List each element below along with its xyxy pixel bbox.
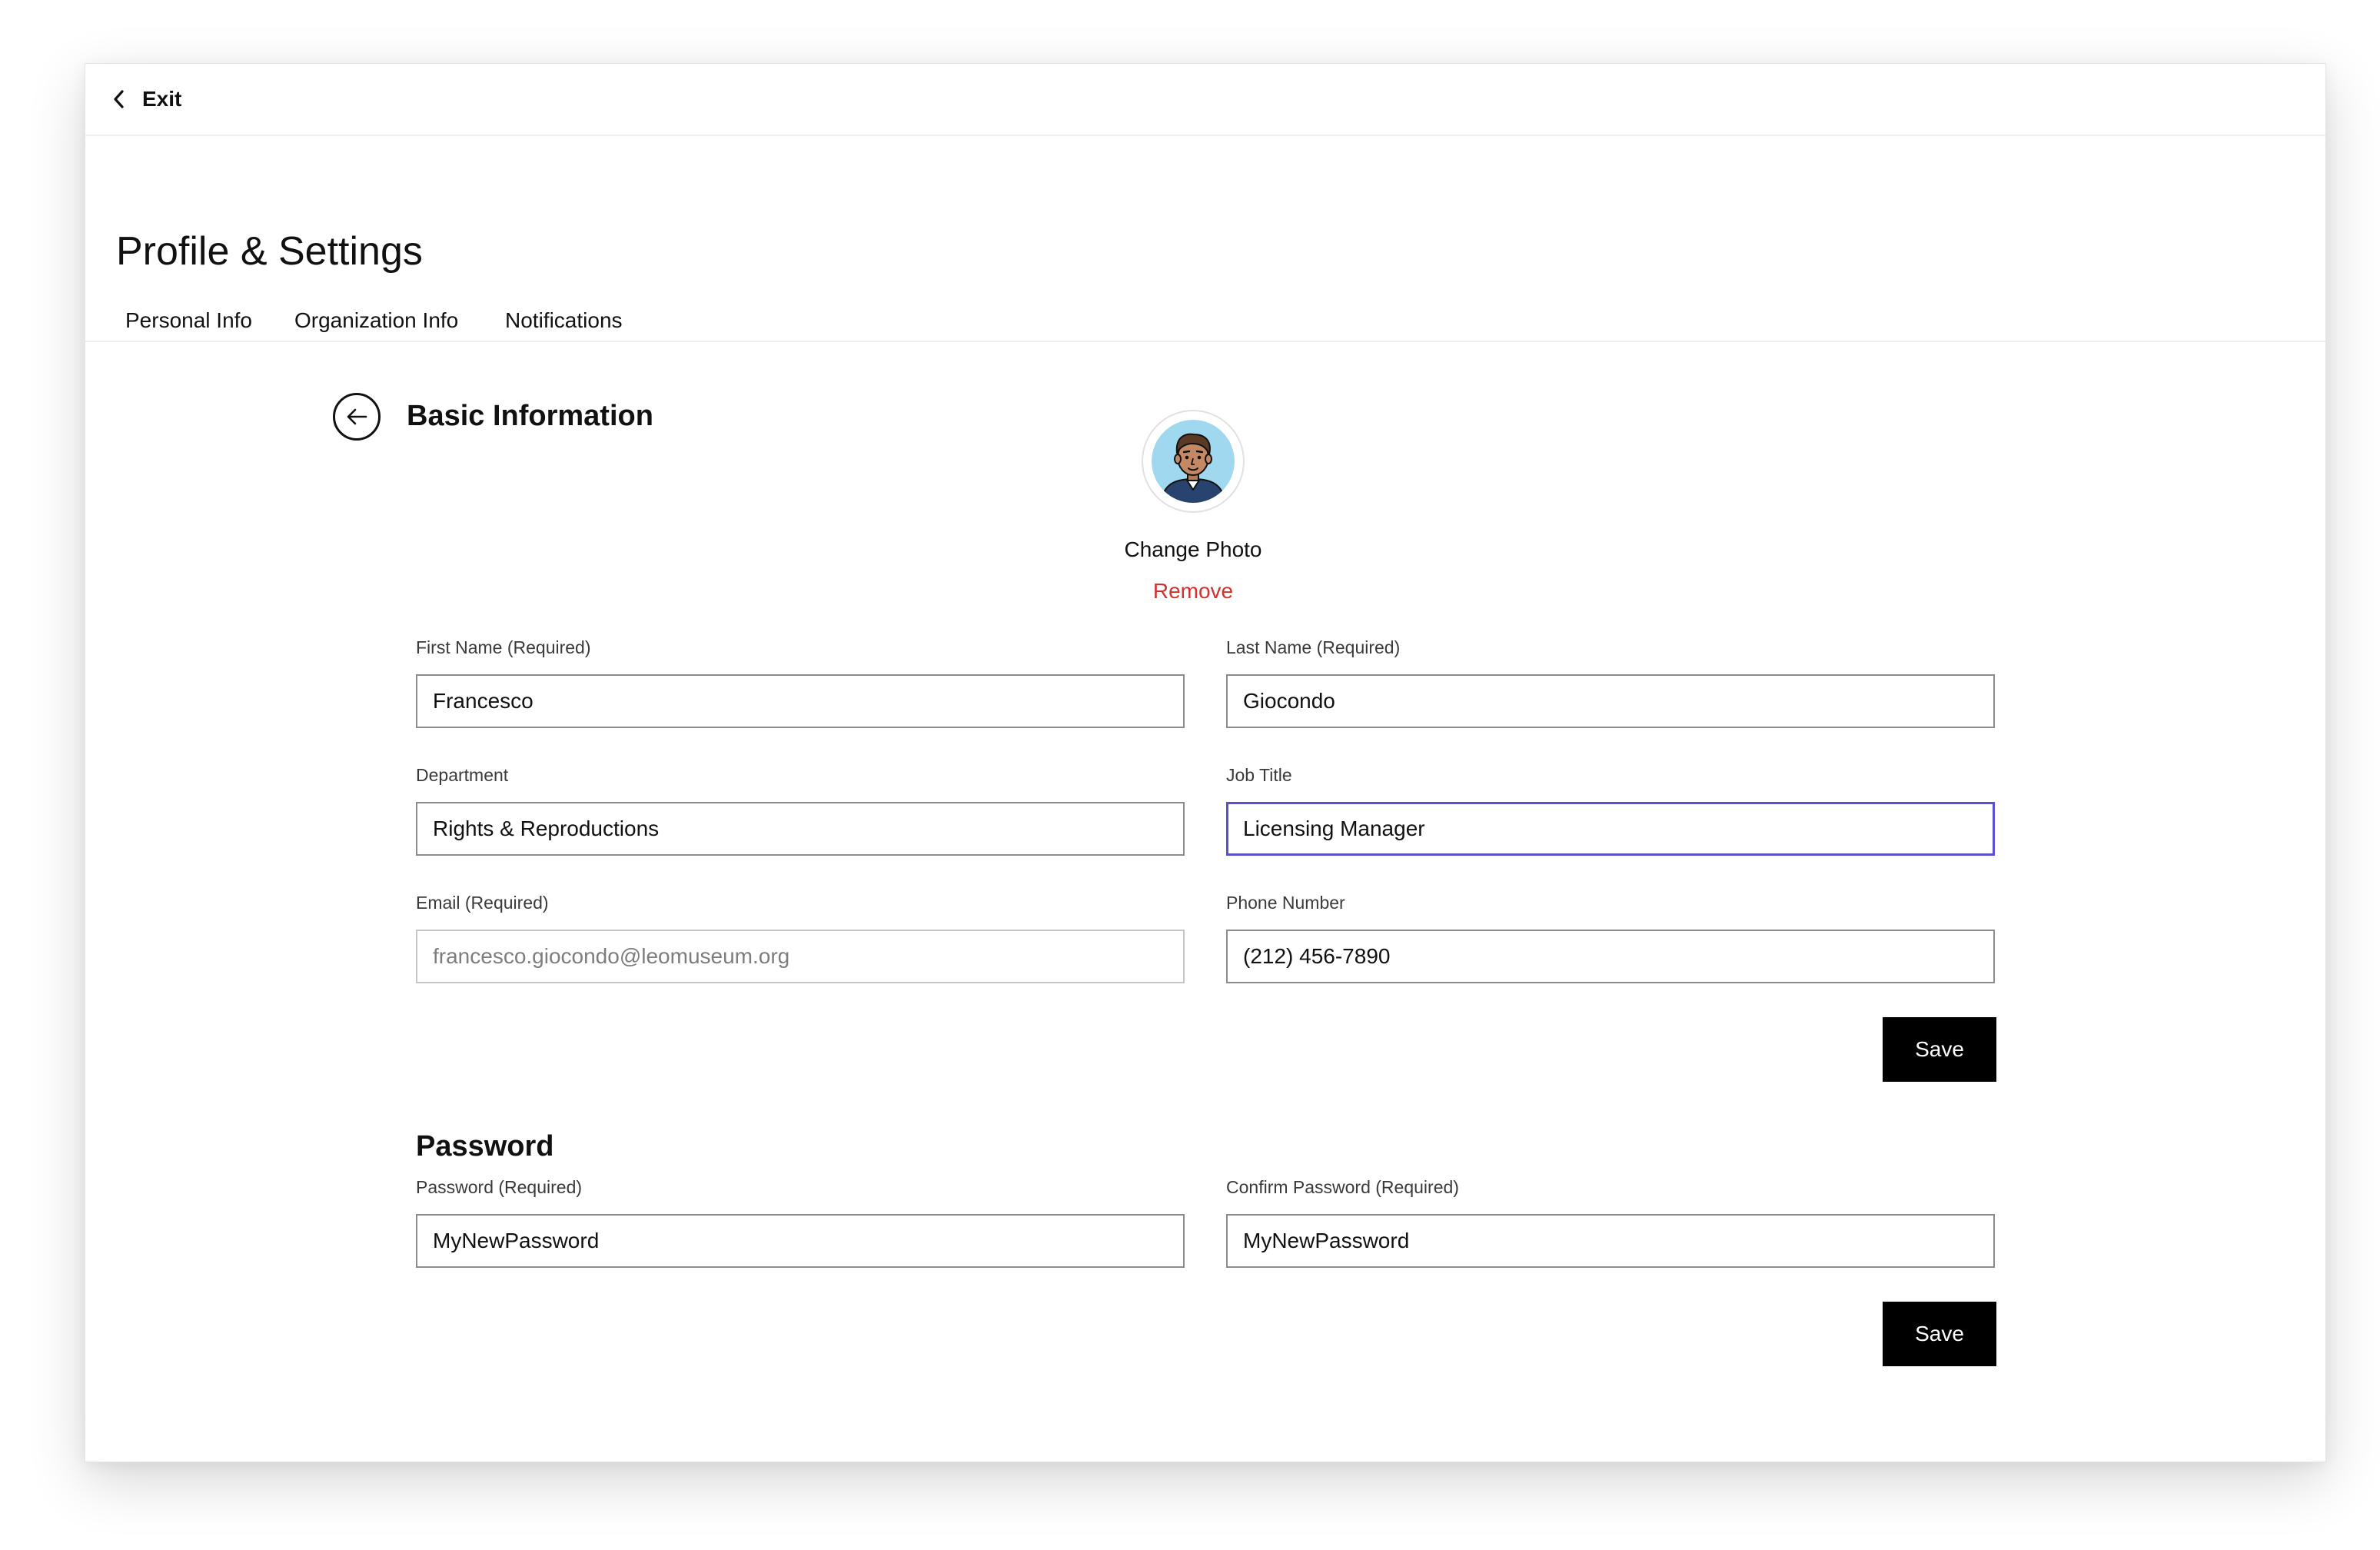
first-name-label: First Name (Required)	[416, 637, 591, 657]
tab-notifications[interactable]: Notifications	[505, 308, 623, 333]
save-password-button[interactable]: Save	[1883, 1302, 1996, 1366]
confirm-password-label: Confirm Password (Required)	[1226, 1177, 1459, 1197]
email-label: Email (Required)	[416, 893, 549, 913]
job-title-input[interactable]	[1226, 802, 1995, 856]
settings-tabs: Personal Info Organization Info Notifica…	[85, 305, 2325, 342]
last-name-input[interactable]	[1226, 674, 1995, 728]
page-title: Profile & Settings	[116, 229, 423, 274]
department-label: Department	[416, 765, 509, 785]
avatar[interactable]	[1142, 410, 1245, 513]
department-input[interactable]	[416, 802, 1185, 856]
email-input	[416, 930, 1185, 983]
remove-photo-link[interactable]: Remove	[1078, 579, 1308, 604]
change-photo-link[interactable]: Change Photo	[1078, 537, 1308, 562]
user-avatar-illustration	[1152, 420, 1235, 503]
section-title-password: Password	[416, 1130, 554, 1162]
last-name-label: Last Name (Required)	[1226, 637, 1401, 657]
password-label: Password (Required)	[416, 1177, 583, 1197]
tab-personal-info[interactable]: Personal Info	[125, 308, 252, 333]
phone-number-input[interactable]	[1226, 930, 1995, 983]
first-name-input[interactable]	[416, 674, 1185, 728]
exit-label: Exit	[142, 87, 182, 111]
tab-organization-info[interactable]: Organization Info	[294, 308, 458, 333]
confirm-password-input[interactable]	[1226, 1214, 1995, 1268]
phone-number-label: Phone Number	[1226, 893, 1345, 913]
exit-button[interactable]: Exit	[113, 84, 181, 115]
arrow-left-icon	[347, 408, 367, 425]
save-basic-info-button[interactable]: Save	[1883, 1017, 1996, 1082]
settings-window: Exit Profile & Settings Personal Info Or…	[85, 63, 2326, 1462]
password-input[interactable]	[416, 1214, 1185, 1268]
job-title-label: Job Title	[1226, 765, 1292, 785]
section-title-basic-information: Basic Information	[407, 400, 653, 432]
chevron-left-icon	[114, 90, 124, 108]
top-bar: Exit	[85, 64, 2325, 136]
back-button[interactable]	[333, 393, 381, 441]
